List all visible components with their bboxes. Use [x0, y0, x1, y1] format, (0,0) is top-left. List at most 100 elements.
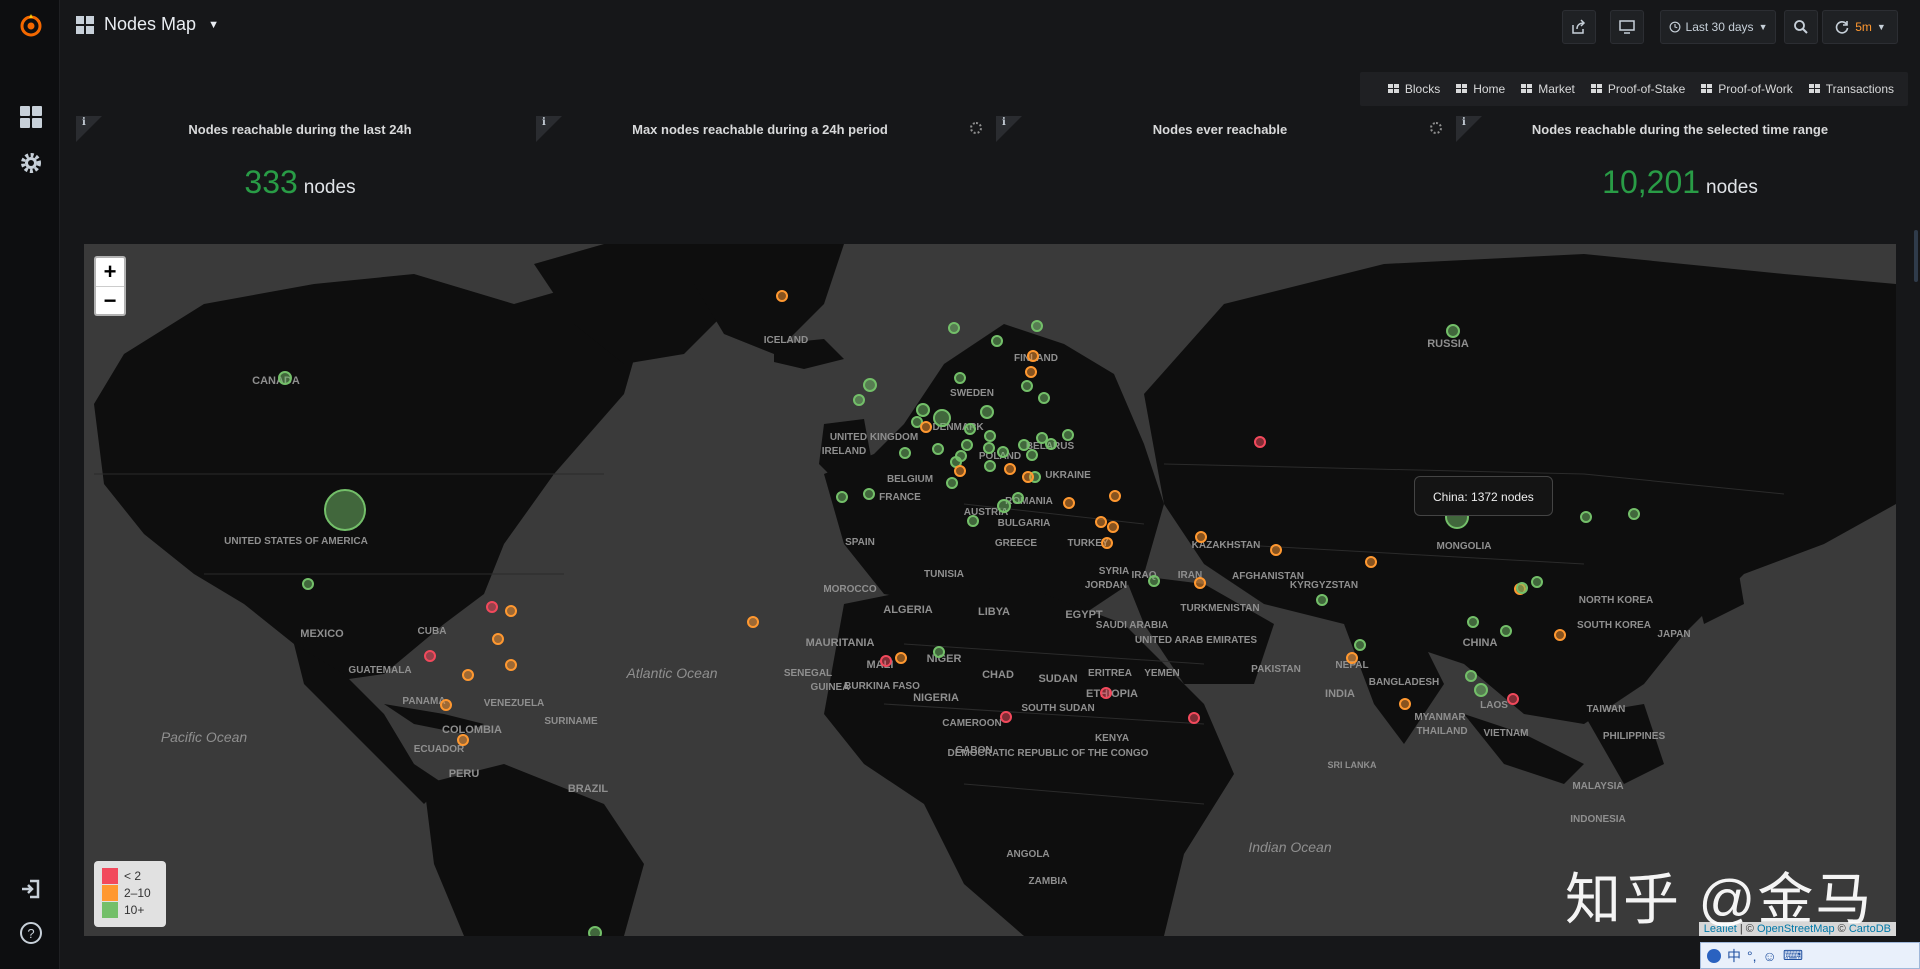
node-marker[interactable]	[899, 447, 911, 459]
node-marker[interactable]	[880, 655, 892, 667]
ime-logo-icon[interactable]	[1707, 948, 1721, 963]
node-marker[interactable]	[1507, 693, 1519, 705]
node-marker[interactable]	[1316, 594, 1328, 606]
node-marker[interactable]	[1580, 511, 1592, 523]
node-marker[interactable]	[776, 290, 788, 302]
node-marker[interactable]	[984, 460, 996, 472]
node-marker[interactable]	[1531, 576, 1543, 588]
node-marker[interactable]	[1012, 492, 1024, 504]
node-marker[interactable]	[980, 405, 994, 419]
node-marker[interactable]	[278, 371, 292, 385]
node-marker[interactable]	[933, 409, 951, 427]
node-marker[interactable]	[1000, 711, 1012, 723]
node-marker[interactable]	[1031, 320, 1043, 332]
node-marker[interactable]	[853, 394, 865, 406]
grafana-logo-icon[interactable]	[18, 12, 44, 38]
node-marker[interactable]	[946, 477, 958, 489]
node-marker[interactable]	[1446, 324, 1460, 338]
node-marker[interactable]	[1022, 471, 1034, 483]
node-marker[interactable]	[1148, 575, 1160, 587]
node-marker[interactable]	[997, 499, 1011, 513]
node-marker[interactable]	[1025, 366, 1037, 378]
node-marker[interactable]	[1027, 350, 1039, 362]
sign-in-icon[interactable]	[18, 876, 44, 902]
node-marker[interactable]	[920, 421, 932, 433]
node-marker[interactable]	[302, 578, 314, 590]
ime-punctuation-toggle[interactable]: °,	[1747, 948, 1757, 964]
node-marker[interactable]	[863, 378, 877, 392]
dashboards-icon[interactable]	[18, 104, 44, 130]
node-marker[interactable]	[505, 659, 517, 671]
node-marker[interactable]	[1109, 490, 1121, 502]
node-marker[interactable]	[1045, 438, 1057, 450]
node-marker[interactable]	[1101, 537, 1113, 549]
zoom-in-button[interactable]: +	[96, 258, 124, 286]
node-marker[interactable]	[424, 650, 436, 662]
node-marker[interactable]	[955, 450, 967, 462]
node-marker[interactable]	[747, 616, 759, 628]
node-marker[interactable]	[961, 439, 973, 451]
node-marker[interactable]	[1036, 432, 1048, 444]
node-marker[interactable]	[1194, 577, 1206, 589]
node-marker[interactable]	[588, 926, 602, 936]
dashboard-link-blocks[interactable]: Blocks	[1380, 82, 1448, 96]
node-marker[interactable]	[1554, 629, 1566, 641]
ime-emoji-icon[interactable]: ☺	[1763, 948, 1777, 964]
node-marker[interactable]	[983, 442, 995, 454]
node-marker[interactable]	[440, 699, 452, 711]
node-marker[interactable]	[863, 488, 875, 500]
dashboard-link-market[interactable]: Market	[1513, 82, 1583, 96]
time-range-picker[interactable]: Last 30 days ▼	[1660, 10, 1776, 44]
node-marker[interactable]	[1628, 508, 1640, 520]
node-marker[interactable]	[1474, 683, 1488, 697]
node-marker[interactable]	[948, 322, 960, 334]
gear-icon[interactable]	[18, 150, 44, 176]
dashboard-link-home[interactable]: Home	[1448, 82, 1513, 96]
node-marker[interactable]	[457, 734, 469, 746]
node-marker[interactable]	[505, 605, 517, 617]
node-marker[interactable]	[1254, 436, 1266, 448]
node-marker[interactable]	[486, 601, 498, 613]
node-marker[interactable]	[1500, 625, 1512, 637]
node-marker[interactable]	[1038, 392, 1050, 404]
zoom-out-button[interactable]: −	[96, 286, 124, 314]
node-marker[interactable]	[462, 669, 474, 681]
node-marker[interactable]	[954, 465, 966, 477]
node-marker[interactable]	[1018, 439, 1030, 451]
node-marker[interactable]	[1095, 516, 1107, 528]
help-icon[interactable]: ?	[18, 920, 44, 946]
node-marker[interactable]	[991, 335, 1003, 347]
node-marker[interactable]	[1063, 497, 1075, 509]
dashboard-picker[interactable]: Nodes Map ▼	[76, 14, 219, 35]
node-marker[interactable]	[1467, 616, 1479, 628]
node-marker[interactable]	[1188, 712, 1200, 724]
scrollbar-thumb[interactable]	[1914, 230, 1918, 282]
node-marker[interactable]	[1026, 449, 1038, 461]
ime-keyboard-icon[interactable]: ⌨	[1783, 947, 1803, 964]
refresh-picker[interactable]: 5m ▼	[1822, 10, 1898, 44]
dashboard-link-proof-of-work[interactable]: Proof-of-Work	[1693, 82, 1800, 96]
share-button[interactable]	[1562, 10, 1596, 44]
scrollbar[interactable]	[1912, 230, 1920, 290]
node-marker[interactable]	[1516, 582, 1528, 594]
node-marker[interactable]	[932, 443, 944, 455]
tv-mode-button[interactable]	[1610, 10, 1644, 44]
zoom-out-time-button[interactable]	[1784, 10, 1818, 44]
node-marker[interactable]	[1107, 521, 1119, 533]
node-marker[interactable]	[1004, 463, 1016, 475]
dashboard-link-proof-of-stake[interactable]: Proof-of-Stake	[1583, 82, 1693, 96]
ime-mode-toggle[interactable]: 中	[1727, 946, 1741, 966]
world-map[interactable]: CANADA UNITED STATES OF AMERICA MEXICO C…	[84, 244, 1896, 936]
node-marker[interactable]	[324, 489, 366, 531]
node-marker[interactable]	[964, 423, 976, 435]
node-marker[interactable]	[1195, 531, 1207, 543]
node-marker[interactable]	[916, 403, 930, 417]
node-marker[interactable]	[1346, 652, 1358, 664]
node-marker[interactable]	[1100, 687, 1112, 699]
node-marker[interactable]	[967, 515, 979, 527]
node-marker[interactable]	[836, 491, 848, 503]
node-marker[interactable]	[1270, 544, 1282, 556]
node-marker[interactable]	[1354, 639, 1366, 651]
node-marker[interactable]	[954, 372, 966, 384]
node-marker[interactable]	[933, 646, 945, 658]
